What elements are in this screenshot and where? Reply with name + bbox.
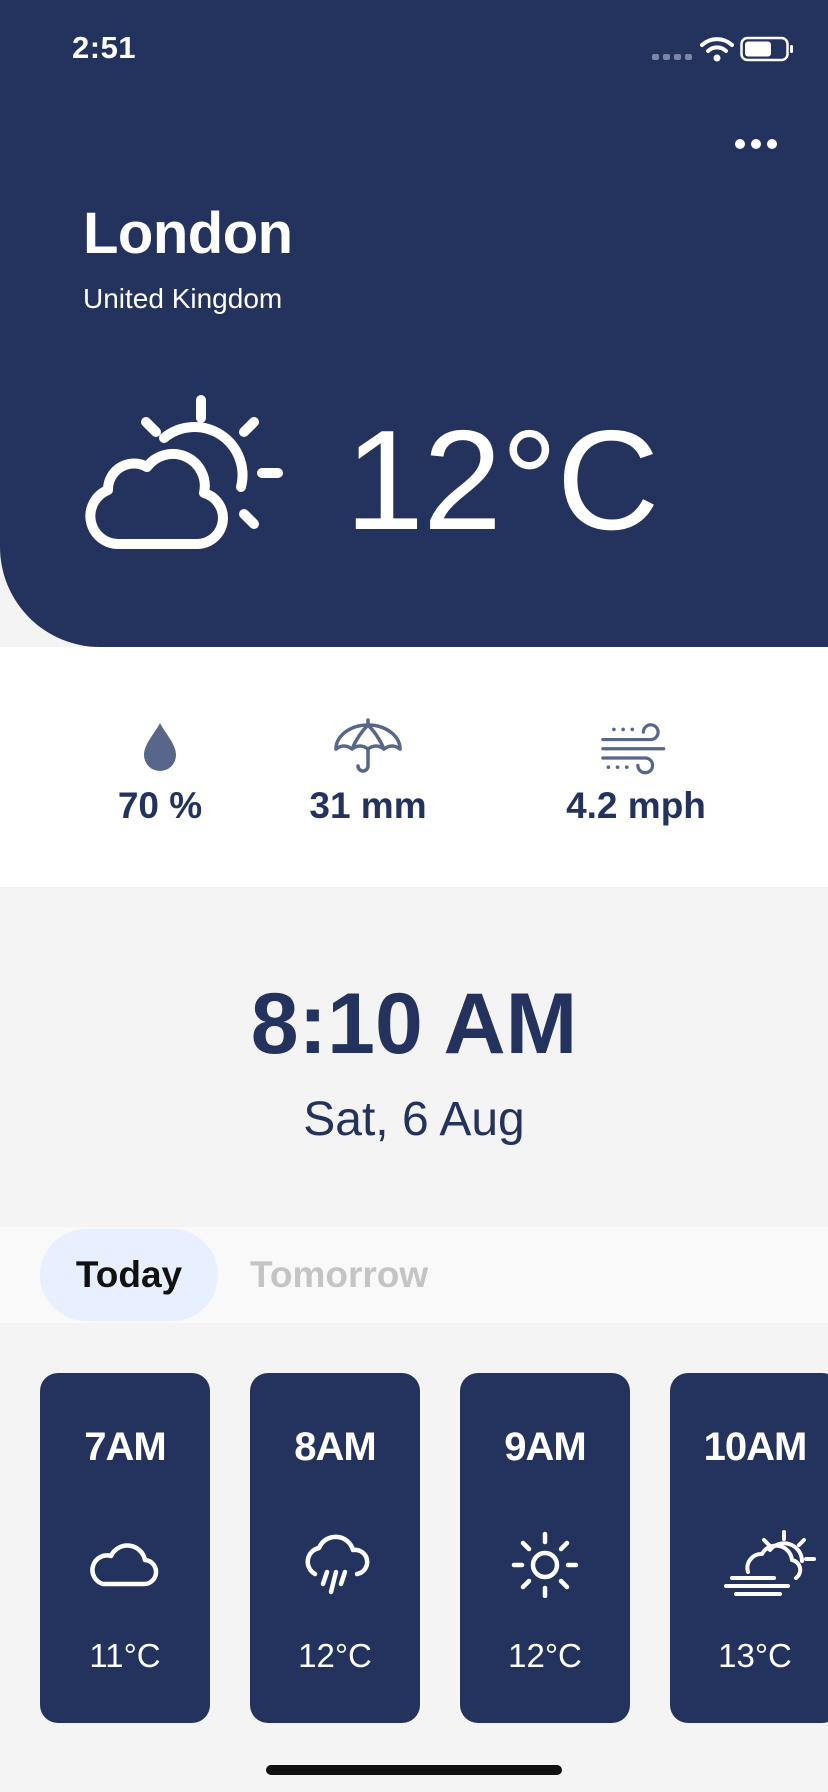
current-temperature: 12°C [345, 401, 659, 560]
weather-header: 2:51 London United Kingdom 12°C [0, 0, 828, 647]
umbrella-icon [334, 718, 402, 773]
hour-time: 8AM [294, 1425, 376, 1469]
weather-stats: 70 % 31 mm 4.2 mph [0, 647, 828, 887]
hour-temperature: 12°C [508, 1637, 582, 1674]
hour-card[interactable]: 8AM 12°C [250, 1373, 420, 1723]
precipitation-value: 31 mm [309, 785, 427, 826]
country-name: United Kingdom [83, 283, 283, 314]
water-drop-icon [144, 723, 176, 771]
hour-time: 7AM [84, 1425, 166, 1469]
more-horizontal-icon [735, 139, 777, 149]
cloud-icon [90, 1543, 159, 1587]
tab-tomorrow[interactable]: Tomorrow [250, 1229, 450, 1321]
day-tabs: Today Tomorrow [0, 1227, 828, 1323]
wind-icon [601, 723, 666, 775]
cellular-signal-icon [652, 54, 692, 60]
more-options-button[interactable] [728, 124, 784, 164]
sun-icon [511, 1531, 579, 1598]
hour-temperature: 11°C [89, 1637, 161, 1674]
current-time: 8:10 AM [250, 976, 578, 1072]
wind-value: 4.2 mph [566, 785, 706, 826]
wind-stat: 4.2 mph [526, 717, 746, 827]
current-date: Sat, 6 Aug [303, 1093, 525, 1146]
battery-icon [740, 36, 793, 62]
partly-cloudy-day-icon [85, 395, 283, 549]
hour-temperature: 12°C [298, 1637, 372, 1674]
home-indicator[interactable] [266, 1765, 562, 1775]
precipitation-stat: 31 mm [258, 717, 478, 827]
tab-today[interactable]: Today [40, 1229, 218, 1321]
humidity-value: 70 % [117, 785, 203, 826]
partly-cloudy-fog-icon [724, 1530, 816, 1596]
time-block: 8:10 AM Sat, 6 Aug [0, 887, 828, 1227]
weather-screen: 2:51 London United Kingdom 12°C 70 % 31 … [0, 0, 828, 1792]
hour-card[interactable]: 7AM 11°C [40, 1373, 210, 1723]
city-name: London [83, 201, 293, 266]
wifi-icon [700, 37, 734, 62]
humidity-stat: 70 % [50, 717, 270, 827]
hour-card[interactable]: 9AM 12°C [460, 1373, 630, 1723]
hour-temperature: 13°C [718, 1637, 792, 1674]
hour-card[interactable]: 10AM 13°C [670, 1373, 828, 1723]
rain-cloud-icon [305, 1534, 370, 1595]
hour-time: 9AM [504, 1425, 586, 1469]
status-time: 2:51 [72, 30, 137, 65]
status-bar: 2:51 [0, 0, 828, 100]
hourly-forecast: 7AM 11°C 8AM 12°C 9AM 12°C 10AM 13°C [0, 1373, 828, 1723]
hour-time: 10AM [703, 1425, 808, 1469]
